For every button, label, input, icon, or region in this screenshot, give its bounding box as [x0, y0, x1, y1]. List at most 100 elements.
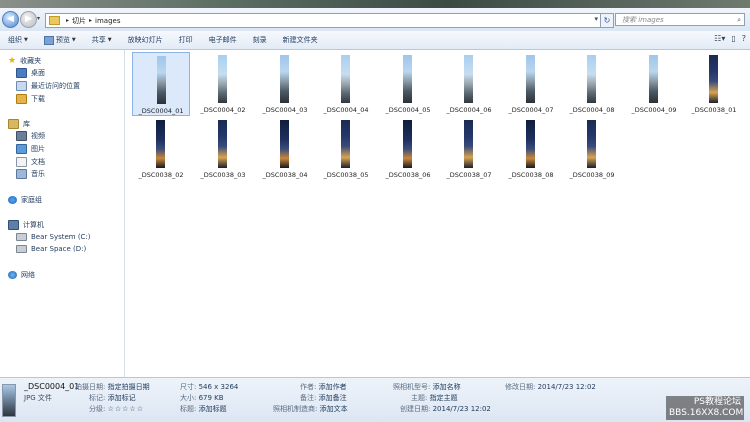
forward-button[interactable]: ▶ — [20, 11, 37, 28]
sidebar-item-videos[interactable]: 视频 — [16, 131, 45, 141]
field-value[interactable]: 指定主题 — [430, 394, 458, 402]
back-button[interactable]: ◀ — [2, 11, 19, 28]
file-item[interactable]: _DSC0038_08 — [502, 117, 560, 181]
file-item[interactable]: _DSC0038_06 — [379, 117, 437, 181]
email-label: 电子邮件 — [208, 36, 237, 44]
title-field[interactable]: 标题: 添加标题 — [180, 404, 227, 414]
new-folder-button[interactable]: 新建文件夹 — [275, 35, 326, 45]
sidebar-item-desktop[interactable]: 桌面 — [16, 68, 45, 78]
search-icon[interactable]: ⌕ — [737, 14, 741, 27]
sidebar-item-label: Bear System (C:) — [31, 233, 91, 241]
rating-field[interactable]: 分级: ☆☆☆☆☆ — [89, 404, 144, 414]
field-value[interactable]: 添加标记 — [108, 394, 136, 402]
search-input[interactable]: 搜索 images ⌕ — [615, 13, 745, 26]
file-name: _DSC0004_07 — [508, 106, 554, 114]
address-field[interactable]: ▸ 切片 ▸ images ▾ — [45, 13, 601, 28]
field-value[interactable]: 添加文本 — [320, 405, 348, 413]
rating-stars[interactable]: ☆☆☆☆☆ — [108, 405, 144, 413]
sidebar-item-music[interactable]: 音乐 — [16, 169, 45, 179]
file-name: _DSC0038_04 — [262, 171, 308, 179]
title-bar — [0, 0, 750, 8]
preview-pane-icon[interactable]: ▯ — [731, 34, 735, 43]
watermark-line: BBS.16XX8.COM — [669, 408, 744, 418]
breadcrumb-item[interactable]: 切片 — [72, 16, 86, 26]
field-value[interactable]: 指定拍摄日期 — [108, 383, 150, 391]
field-value: 2014/7/23 12:02 — [432, 405, 491, 413]
refresh-button[interactable]: ↻ — [600, 13, 614, 28]
chevron-right-icon[interactable]: ▸ — [89, 17, 92, 24]
breadcrumb-item[interactable]: images — [95, 17, 120, 25]
address-dropdown-icon[interactable]: ▾ — [594, 15, 598, 23]
image-thumbnail — [280, 120, 289, 168]
help-icon[interactable]: ? — [742, 34, 746, 43]
sidebar-item-recent[interactable]: 最近访问的位置 — [16, 81, 80, 91]
file-item[interactable]: _DSC0038_04 — [256, 117, 314, 181]
folder-icon — [49, 16, 60, 25]
file-item[interactable]: _DSC0038_05 — [317, 117, 375, 181]
file-item[interactable]: _DSC0004_01 — [132, 52, 190, 116]
file-item[interactable]: _DSC0004_05 — [379, 52, 437, 116]
sidebar-item-network[interactable]: 网络 — [8, 270, 35, 280]
field-label: 创建日期: — [400, 405, 431, 413]
file-item[interactable]: _DSC0004_07 — [502, 52, 560, 116]
camera-model-field[interactable]: 照相机型号: 添加名称 — [393, 382, 461, 392]
network-icon — [8, 271, 17, 279]
camera-maker-field[interactable]: 照相机制造商: 添加文本 — [273, 404, 348, 414]
file-item[interactable]: _DSC0038_02 — [132, 117, 190, 181]
file-item[interactable]: _DSC0004_03 — [256, 52, 314, 116]
field-value[interactable]: 添加标题 — [199, 405, 227, 413]
sidebar-item-favorites[interactable]: ★ 收藏夹 — [8, 56, 41, 66]
sidebar-item-label: 最近访问的位置 — [31, 82, 80, 90]
field-label: 作者: — [300, 383, 317, 391]
watermark-line: PS教程论坛 — [693, 397, 741, 407]
organize-button[interactable]: 组织 ▼ — [0, 35, 36, 45]
sidebar-item-label: Bear Space (D:) — [31, 245, 87, 253]
sidebar-item-label: 计算机 — [23, 221, 44, 229]
sidebar-item-label: 桌面 — [31, 69, 45, 77]
sidebar-item-homegroup[interactable]: 家庭组 — [8, 195, 42, 205]
sidebar-item-label: 网络 — [21, 271, 35, 279]
print-button[interactable]: 打印 — [171, 35, 201, 45]
file-item[interactable]: _DSC0004_06 — [440, 52, 498, 116]
file-name: _DSC0004_05 — [385, 106, 431, 114]
file-item[interactable]: _DSC0004_08 — [563, 52, 621, 116]
image-thumbnail — [341, 55, 350, 103]
date-taken-field[interactable]: 拍摄日期: 指定拍摄日期 — [75, 382, 150, 392]
file-item[interactable]: _DSC0038_07 — [440, 117, 498, 181]
preview-button[interactable]: 预览 ▼ — [36, 35, 84, 45]
email-button[interactable]: 电子邮件 — [201, 35, 245, 45]
image-thumbnail — [403, 55, 412, 103]
file-item[interactable]: _DSC0038_03 — [194, 117, 252, 181]
sidebar-item-documents[interactable]: 文档 — [16, 157, 45, 167]
comments-field[interactable]: 备注: 添加备注 — [300, 393, 347, 403]
burn-button[interactable]: 刻录 — [245, 35, 275, 45]
field-value[interactable]: 添加名称 — [433, 383, 461, 391]
file-item[interactable]: _DSC0004_02 — [194, 52, 252, 116]
sidebar-item-libraries[interactable]: 库 — [8, 119, 30, 129]
image-thumbnail — [218, 55, 227, 103]
sidebar-item-pictures[interactable]: 图片 — [16, 144, 45, 154]
file-item[interactable]: _DSC0004_09 — [625, 52, 683, 116]
file-item[interactable]: _DSC0004_04 — [317, 52, 375, 116]
subject-field[interactable]: 主题: 指定主题 — [411, 393, 458, 403]
sidebar-item-drive-d[interactable]: Bear Space (D:) — [16, 245, 86, 253]
history-dropdown-icon[interactable]: ▾ — [37, 15, 40, 22]
details-file-name: _DSC0004_01 — [24, 382, 80, 391]
view-options-icon[interactable]: ☷▾ — [714, 34, 725, 43]
address-bar: ◀ ▶ ▾ ▸ 切片 ▸ images ▾ ↻ 搜索 images ⌕ — [0, 8, 750, 32]
file-name: _DSC0038_09 — [569, 171, 615, 179]
chevron-right-icon[interactable]: ▸ — [66, 17, 69, 24]
field-value[interactable]: 添加备注 — [319, 394, 347, 402]
author-field[interactable]: 作者: 添加作者 — [300, 382, 347, 392]
file-item[interactable]: _DSC0038_01 — [685, 52, 743, 116]
file-item[interactable]: _DSC0038_09 — [563, 117, 621, 181]
field-value[interactable]: 添加作者 — [319, 383, 347, 391]
field-value: 546 x 3264 — [198, 383, 239, 391]
sidebar-item-downloads[interactable]: 下载 — [16, 94, 45, 104]
tags-field[interactable]: 标记: 添加标记 — [89, 393, 136, 403]
share-button[interactable]: 共享 ▼ — [84, 35, 120, 45]
image-thumbnail — [709, 55, 718, 103]
slideshow-button[interactable]: 放映幻灯片 — [120, 35, 171, 45]
sidebar-item-drive-c[interactable]: Bear System (C:) — [16, 233, 91, 241]
sidebar-item-computer[interactable]: 计算机 — [8, 220, 44, 230]
